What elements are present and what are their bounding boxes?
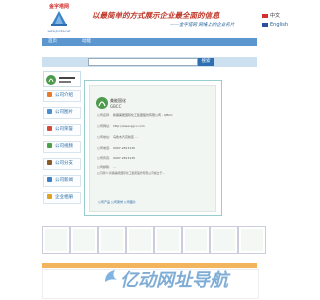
thumbnail-image bbox=[213, 229, 235, 251]
logo-title: 金字塔网 bbox=[48, 4, 69, 10]
sidebar-item-label: 公司新闻 bbox=[55, 178, 73, 183]
card-row-website[interactable]: 公司网址: http://www.qgcc.com bbox=[97, 124, 145, 128]
sidebar-item-videos[interactable]: 公司视频 bbox=[43, 141, 81, 153]
award-icon bbox=[47, 126, 52, 131]
album-icon bbox=[47, 194, 52, 199]
video-icon bbox=[47, 143, 52, 148]
china-flag-icon bbox=[262, 13, 268, 18]
company-logo bbox=[43, 71, 81, 87]
thumbnail[interactable] bbox=[98, 226, 126, 254]
thumbnail-image bbox=[45, 229, 67, 251]
thumbnail[interactable] bbox=[154, 226, 182, 254]
watermark-logo-icon bbox=[105, 270, 117, 282]
card-company-logo: 美能国化 GBCC bbox=[95, 95, 133, 109]
sidebar-item-album[interactable]: 企业相册 bbox=[43, 192, 81, 204]
thumbnail[interactable] bbox=[182, 226, 210, 254]
sidebar-item-label: 公司图片 bbox=[55, 110, 73, 115]
sidebar-item-label: 公司荣誉 bbox=[55, 127, 73, 132]
thumbnail-image bbox=[185, 229, 207, 251]
watermark: 亿动网址导航 bbox=[120, 270, 228, 291]
sidebar-item-honors[interactable]: 公司荣誉 bbox=[43, 124, 81, 136]
card-intro: 公司简介:新疆美能国际化工集团股份有限公司成立于... bbox=[97, 171, 165, 175]
card-logo-icon: 美能国化 GBCC bbox=[96, 97, 126, 109]
sidebar-item-news[interactable]: 公司新闻 bbox=[43, 175, 81, 187]
thumbnail[interactable] bbox=[210, 226, 238, 254]
card-row-fax: 公司传真: 0997-2813130 bbox=[97, 156, 136, 160]
language-english-label: English bbox=[270, 22, 289, 28]
thumbnail[interactable] bbox=[238, 226, 266, 254]
company-logo-icon bbox=[46, 75, 75, 85]
thumbnail-image bbox=[241, 229, 263, 251]
card-row-email: 公司邮箱:... bbox=[97, 165, 116, 169]
card-company-en: GBCC bbox=[110, 104, 122, 109]
language-chinese-label: 中文 bbox=[270, 13, 281, 19]
thumbnail-image bbox=[73, 229, 95, 251]
sidebar-item-intro[interactable]: 公司介绍 bbox=[43, 90, 81, 102]
uk-flag-icon bbox=[262, 22, 268, 27]
card-row-address: 公司地址: 乌鲁木齐高新区 ... bbox=[97, 135, 138, 139]
nav-second[interactable]: 动能 bbox=[82, 38, 91, 46]
main-nav: 首页 动能 bbox=[42, 38, 257, 46]
logo-url: www.jinzita.net bbox=[47, 29, 71, 33]
sidebar-item-label: 公司视频 bbox=[55, 144, 73, 149]
site-logo[interactable]: 金字塔网 www.jinzita.net bbox=[42, 3, 76, 35]
sidebar-item-label: 公司介绍 bbox=[55, 93, 73, 98]
image-icon bbox=[47, 109, 52, 114]
search-input[interactable] bbox=[88, 58, 198, 66]
card-company-short: 美能国化 bbox=[110, 97, 126, 103]
thumbnail-image bbox=[157, 229, 179, 251]
branch-icon bbox=[47, 160, 52, 165]
thumbnail-image bbox=[101, 229, 123, 251]
sidebar-item-branches[interactable]: 公司分支 bbox=[43, 158, 81, 170]
sidebar-item-label: 企业相册 bbox=[55, 195, 73, 200]
thumbnail[interactable] bbox=[70, 226, 98, 254]
thumbnail[interactable] bbox=[42, 226, 70, 254]
sidebar-item-label: 公司分支 bbox=[55, 161, 73, 166]
nav-home[interactable]: 首页 bbox=[48, 38, 57, 46]
language-english[interactable]: English bbox=[262, 22, 288, 28]
logo-icon bbox=[51, 11, 67, 26]
card-links[interactable]: 公司产品 公司荣誉 公司图片 bbox=[98, 200, 136, 204]
sidebar-item-images[interactable]: 公司图片 bbox=[43, 107, 81, 119]
card-row-name: 公司名称: 新疆美能国际化工集团股份有限公司 - QBCC bbox=[97, 113, 173, 117]
thumbnail[interactable] bbox=[126, 226, 154, 254]
home-icon bbox=[47, 92, 52, 97]
thumbnail-image bbox=[129, 229, 151, 251]
news-icon bbox=[47, 177, 52, 182]
search-button[interactable]: 搜索 bbox=[198, 58, 214, 66]
card-row-phone: 公司电话: 0997-2813130 bbox=[97, 146, 136, 150]
slogan: 以最简单的方式展示企业最全面的信息 bbox=[92, 11, 220, 20]
language-chinese[interactable]: 中文 bbox=[262, 12, 280, 19]
